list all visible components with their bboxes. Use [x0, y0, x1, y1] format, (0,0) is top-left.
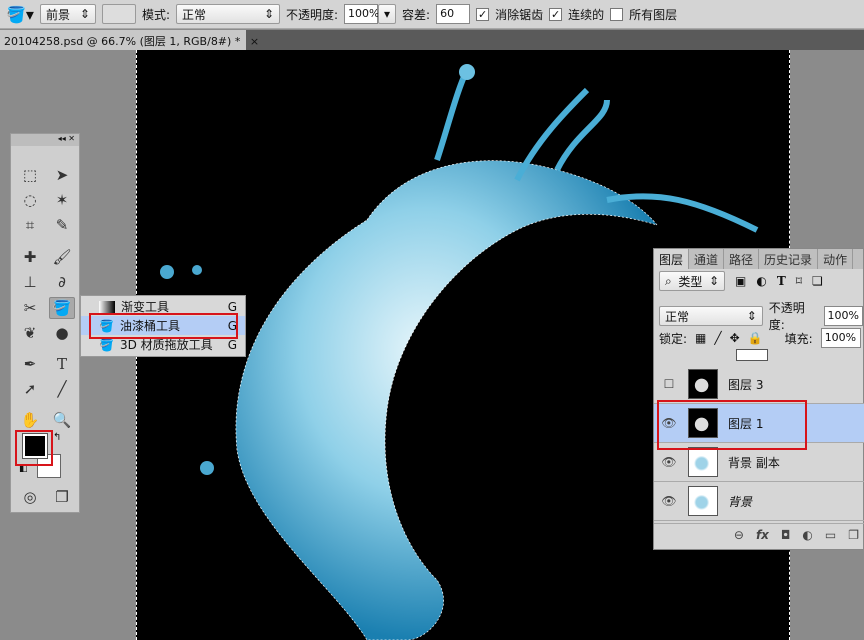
contiguous-label: 连续的 [568, 7, 605, 22]
mode-select[interactable]: 正常 ⇕ [176, 4, 280, 24]
layer-row[interactable]: ☐ 图层 3 [654, 365, 864, 404]
options-bar: 🪣▾ 前景 ⇕ 模式: 正常 ⇕ 不透明度: 100% ▾ 容差: 60 ✓ 消除锯齿 … [0, 0, 864, 29]
eraser-tool-icon[interactable]: ✂ [17, 297, 43, 319]
path-selection-icon[interactable]: ➚ [17, 378, 43, 400]
layers-bottom-bar: ⊖ fx ◘ ◐ ▭ ❐ [654, 523, 864, 545]
line-tool-icon[interactable]: ╱ [49, 378, 75, 400]
fx-icon[interactable]: fx [756, 528, 769, 542]
all-layers-checkbox[interactable] [610, 7, 624, 21]
filter-value: 类型 [678, 274, 703, 289]
all-layers-label: 所有图层 [629, 7, 678, 22]
lock-paint-icon[interactable]: ╱ [714, 331, 721, 345]
paint-bucket-tool-icon[interactable]: 🪣 [49, 297, 75, 319]
layer-filter-select[interactable]: ⌕ 类型 ⇕ [659, 271, 725, 291]
shortcut-key: G [227, 299, 237, 314]
layer-name: 图层 3 [728, 377, 764, 392]
shortcut-key: G [227, 337, 237, 352]
tab-channels[interactable]: 通道 [689, 249, 725, 269]
filter-shape-icon[interactable]: ⌑ [796, 274, 802, 288]
layers-panel: 图层 通道 路径 历史记录 动作 ⌕ 类型 ⇕ ▣ ◐ T ⌑ ❏ 正常 ⇕ 不透明度: 10… [653, 248, 864, 550]
blend-mode-value: 正常 [665, 309, 690, 324]
folder-icon[interactable]: ▭ [825, 528, 836, 542]
mode-label: 模式: [141, 7, 170, 22]
gradient-icon [99, 300, 115, 313]
filter-pixel-icon[interactable]: ▣ [735, 274, 746, 288]
visibility-toggle-empty[interactable]: ☐ [654, 377, 684, 391]
paint-bucket-icon[interactable]: 🪣▾ [6, 5, 34, 24]
screen-mode-icon[interactable]: ❐ [49, 486, 75, 508]
layer-thumbnail [688, 447, 718, 477]
adjustment-icon[interactable]: ◐ [802, 528, 812, 542]
annotation-box-layer [657, 400, 807, 450]
lock-transparent-icon[interactable]: ▦ [695, 331, 706, 345]
layer-thumbnail [688, 369, 718, 399]
blur-tool-icon[interactable]: ❦ [17, 322, 43, 344]
mode-value: 正常 [182, 7, 207, 22]
quick-mask-icon[interactable]: ◎ [17, 486, 43, 508]
lock-label: 锁定: [659, 331, 688, 346]
crop-tool-icon[interactable]: ⌗ [17, 214, 43, 236]
close-tab-icon[interactable]: × [250, 35, 259, 48]
anti-alias-label: 消除锯齿 [495, 7, 544, 22]
eye-icon[interactable]: 👁 [654, 494, 684, 508]
fill-input[interactable]: 100% [820, 328, 861, 348]
layer-thumbnail [688, 486, 718, 516]
fill-source-value: 前景 [45, 7, 70, 22]
hand-tool-icon[interactable]: ✋ [17, 409, 43, 431]
filter-smart-icon[interactable]: ❏ [812, 274, 823, 288]
magic-wand-icon[interactable]: ✶ [49, 189, 75, 211]
mask-icon[interactable]: ◘ [781, 528, 791, 542]
filter-adjustment-icon[interactable]: ◐ [756, 274, 766, 288]
search-icon: ⌕ [665, 273, 672, 288]
fill-source-select[interactable]: 前景 ⇕ [39, 4, 96, 24]
document-title: 20104258.psd @ 66.7% (图层 1, RGB/8#) * [4, 35, 241, 48]
dodge-tool-icon[interactable]: ● [49, 322, 75, 344]
healing-brush-icon[interactable]: ✚ [17, 246, 43, 268]
fill-label: 填充: [784, 331, 813, 346]
3d-material-drop-icon: 🪣 [99, 337, 114, 352]
tab-layers[interactable]: 图层 [654, 249, 690, 269]
partial-layer-thumbnail [736, 349, 768, 361]
layer-opacity-input[interactable]: 100% [823, 306, 863, 326]
anti-alias-checkbox[interactable]: ✓ [476, 7, 490, 21]
brush-tool-icon[interactable]: 🖌 [49, 246, 75, 268]
layer-name: 背景 副本 [728, 455, 780, 470]
link-icon[interactable]: ⊖ [734, 528, 744, 542]
eye-icon[interactable]: 👁 [654, 455, 684, 469]
swap-colors-icon[interactable]: ↰ [53, 432, 61, 443]
zoom-tool-icon[interactable]: 🔍 [49, 409, 75, 431]
document-tab[interactable]: 20104258.psd @ 66.7% (图层 1, RGB/8#) * × [0, 30, 259, 50]
contiguous-checkbox[interactable]: ✓ [549, 7, 563, 21]
tolerance-label: 容差: [402, 7, 431, 22]
marquee-tool-icon[interactable]: ⬚ [17, 164, 43, 186]
layer-row[interactable]: 👁 背景 [654, 482, 864, 521]
pattern-picker[interactable] [101, 4, 136, 24]
tab-actions[interactable]: 动作 [818, 249, 854, 269]
history-brush-icon[interactable]: ∂ [49, 271, 75, 293]
filter-type-icon[interactable]: T [777, 274, 786, 288]
toolbox-header[interactable]: ◂◂ ✕ [11, 134, 79, 146]
annotation-box-color [15, 430, 53, 466]
blend-mode-select[interactable]: 正常 ⇕ [659, 306, 763, 326]
move-tool-icon[interactable]: ➤ [49, 164, 75, 186]
eyedropper-icon[interactable]: ✎ [49, 214, 75, 236]
new-layer-icon[interactable]: ❐ [848, 528, 859, 542]
tab-paths[interactable]: 路径 [724, 249, 760, 269]
opacity-input[interactable]: 100% [344, 4, 380, 24]
lock-all-icon[interactable]: 🔒 [748, 331, 763, 345]
document-tab-bar: 20104258.psd @ 66.7% (图层 1, RGB/8#) * × [0, 30, 864, 50]
type-tool-icon[interactable]: T [49, 353, 75, 375]
tab-history[interactable]: 历史记录 [759, 249, 819, 269]
lock-position-icon[interactable]: ✥ [730, 331, 740, 345]
pen-tool-icon[interactable]: ✒ [17, 353, 43, 375]
panel-tabs: 图层 通道 路径 历史记录 动作 [654, 249, 863, 269]
clone-stamp-icon[interactable]: ⊥ [17, 271, 43, 293]
tolerance-input[interactable]: 60 [436, 4, 471, 24]
opacity-dropdown[interactable]: ▾ [378, 4, 397, 24]
lasso-tool-icon[interactable]: ◌ [17, 189, 43, 211]
layer-name: 背景 [728, 494, 753, 509]
annotation-box-paint-bucket [89, 313, 238, 339]
opacity-label: 不透明度: [286, 7, 339, 22]
